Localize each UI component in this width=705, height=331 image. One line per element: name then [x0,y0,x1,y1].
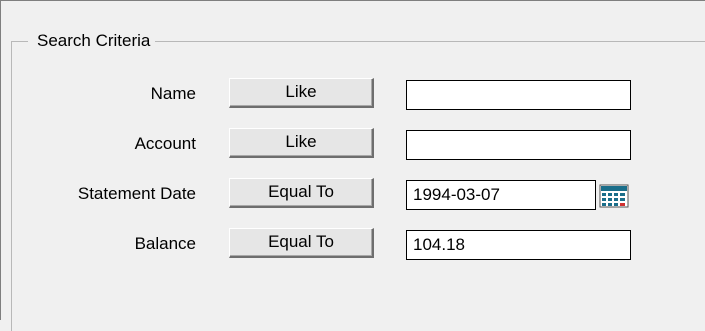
balance-label: Balance [134,234,196,253]
account-label: Account [134,134,196,153]
search-criteria-title: Search Criteria [28,30,156,52]
statement-date-label: Statement Date [77,184,196,203]
account-operator-button[interactable]: Like [229,128,374,158]
criteria-row-statement-date: Statement Date Equal To [1,178,705,210]
balance-input[interactable] [406,230,631,260]
criteria-row-account: Account Like [1,128,705,160]
calendar-icon[interactable] [599,184,629,208]
account-input[interactable] [406,130,631,160]
name-label: Name [150,84,196,103]
statement-date-input[interactable] [406,180,596,210]
criteria-row-name: Name Like [1,78,705,110]
search-panel: Search Criteria Name Like Account Like S… [0,0,705,331]
criteria-row-balance: Balance Equal To [1,228,705,260]
balance-operator-button[interactable]: Equal To [229,228,374,258]
name-input[interactable] [406,80,631,110]
name-operator-button[interactable]: Like [229,78,374,108]
statement-date-operator-button[interactable]: Equal To [229,178,374,208]
